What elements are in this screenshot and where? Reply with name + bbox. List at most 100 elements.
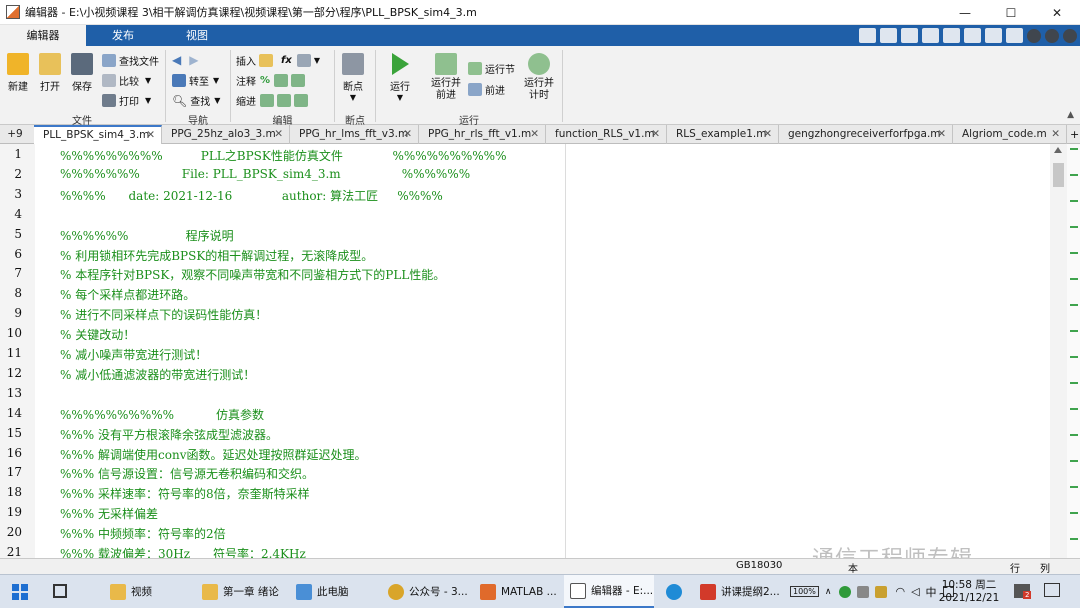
find-button[interactable]: 🔍︎ 查找 ▼ [172, 93, 220, 109]
minimize-button[interactable]: — [942, 0, 988, 25]
taskbar-item-chapter[interactable]: 第一章 绪论 [196, 575, 288, 608]
goto-button[interactable]: 转至 ▼ [172, 73, 219, 88]
taskbar-item-videos[interactable]: 视频 [104, 575, 194, 608]
close-tab-icon[interactable]: ✕ [146, 127, 155, 143]
close-tab-icon[interactable]: ✕ [530, 125, 539, 144]
code-line[interactable]: %%%% date: 2021-12-16 author: 算法工匠 %%%% [60, 187, 443, 204]
analyzer-mark[interactable] [1070, 512, 1078, 514]
back-arrow-icon[interactable]: ◀ [172, 53, 181, 67]
code-line[interactable]: %%% 中频频率：符号率的2倍 [60, 525, 226, 542]
analyzer-mark[interactable] [1070, 538, 1078, 540]
analyzer-mark[interactable] [1070, 278, 1078, 280]
redo-icon[interactable] [964, 28, 981, 43]
file-tab[interactable]: PPG_25hz_alo3_3.m ✕ [162, 125, 290, 144]
analyzer-mark[interactable] [1070, 356, 1078, 358]
uncomment-icon[interactable] [291, 74, 306, 87]
analyzer-mark[interactable] [1070, 408, 1078, 410]
code-line[interactable]: %%%%%%% File: PLL_BPSK_sim4_3.m %%%%%% [60, 167, 470, 181]
run-button[interactable]: 运行 ▼ [390, 53, 410, 102]
undo-icon[interactable] [943, 28, 960, 43]
analyzer-mark[interactable] [1070, 434, 1078, 436]
paste-icon[interactable] [922, 28, 939, 43]
collapse-ribbon-icon[interactable]: ▲ [1067, 110, 1074, 120]
file-tab[interactable]: PPG_hr_lms_fft_v3.m ✕ [290, 125, 419, 144]
code-line[interactable]: % 减小低通滤波器的带宽进行测试！ [60, 366, 255, 383]
scroll-thumb[interactable] [1053, 163, 1064, 187]
close-tab-icon[interactable]: ✕ [403, 125, 412, 144]
analyzer-mark[interactable] [1070, 330, 1078, 332]
code-line[interactable]: % 每个采样点都进环路。 [60, 286, 195, 303]
analyzer-mark[interactable] [1070, 174, 1078, 176]
file-tab[interactable]: gengzhongreceiverforfpga.m ✕ [779, 125, 953, 144]
code-line[interactable]: %%% 采样速率：符号率的8倍，奈奎斯特采样 [60, 485, 310, 502]
file-tab[interactable]: RLS_example1.m ✕ [667, 125, 779, 144]
increase-indent-icon[interactable] [277, 94, 291, 107]
analyzer-mark[interactable] [1070, 226, 1078, 228]
fx-icon[interactable]: fx [281, 55, 292, 66]
close-tab-icon[interactable]: ✕ [763, 125, 772, 144]
analyzer-mark[interactable] [1070, 460, 1078, 462]
code-line[interactable]: % 减小噪声带宽进行测试！ [60, 346, 207, 363]
analyzer-mark[interactable] [1070, 148, 1078, 150]
file-tab[interactable]: function_RLS_v1.m ✕ [546, 125, 667, 144]
code-line[interactable]: %%% 没有平方根滚降余弦成型滤波器。 [60, 426, 278, 443]
analyzer-mark[interactable] [1070, 200, 1078, 202]
save-quick-icon[interactable] [859, 28, 876, 43]
comment-button[interactable]: 注释 % [236, 73, 308, 88]
action-center-icon[interactable] [1044, 583, 1060, 597]
app-tray-icon-2[interactable] [857, 585, 870, 598]
taskbar-item-edge[interactable] [656, 575, 692, 608]
open-button[interactable]: 打开 [39, 53, 61, 93]
app-tray-icon-3[interactable] [875, 585, 888, 598]
switch-windows-icon[interactable] [985, 28, 1002, 43]
advance-button[interactable]: 前进 [468, 82, 505, 97]
analyzer-mark[interactable] [1070, 304, 1078, 306]
percent-icon[interactable]: % [260, 75, 270, 86]
run-section-button[interactable]: 运行节 [468, 61, 515, 76]
close-tab-icon[interactable]: ✕ [1051, 125, 1060, 144]
system-clock[interactable]: 10:58 周二 2021/12/21 [936, 579, 1002, 605]
code-line[interactable]: %%% 载波偏差：30Hz 符号率：2.4KHz [60, 545, 306, 558]
taskbar-item-chrome[interactable]: 公众号 - 3... [382, 575, 472, 608]
new-button[interactable]: 新建 [7, 53, 29, 93]
close-tab-icon[interactable]: ✕ [274, 125, 283, 144]
print-button[interactable]: 打印 ▼ [102, 93, 151, 108]
taskbar-item-this-pc[interactable]: 此电脑 [290, 575, 380, 608]
search-docs-icon[interactable] [1045, 28, 1059, 43]
code-line[interactable]: % 利用锁相环先完成BPSK的相干解调过程，无滚降成型。 [60, 247, 373, 264]
scroll-up-icon[interactable] [1054, 147, 1062, 153]
cut-icon[interactable] [880, 28, 897, 43]
code-line[interactable]: %%% 解调端使用conv函数。延迟处理按照群延迟处理。 [60, 446, 366, 463]
indent-button[interactable]: 缩进 [236, 93, 311, 108]
task-view-icon[interactable] [53, 584, 67, 598]
hidden-tabs-count[interactable]: +9 [0, 125, 30, 144]
taskbar-item-lecture[interactable]: 讲课提纲2... [694, 575, 784, 608]
close-tab-icon[interactable]: ✕ [651, 125, 660, 144]
code-line[interactable]: % 本程序针对BPSK，观察不同噪声带宽和不同鉴相方式下的PLL性能。 [60, 266, 445, 283]
code-line[interactable]: %%% 信号源设置：信号源无卷积编码和交织。 [60, 465, 314, 482]
volume-icon[interactable]: ◁ [911, 585, 919, 598]
options-icon[interactable] [1063, 28, 1077, 43]
insert-function-icon[interactable] [296, 54, 311, 67]
windows-start-icon[interactable] [12, 584, 28, 600]
help-icon[interactable] [1027, 28, 1041, 43]
breakpoints-button[interactable]: 断点 ▼ [342, 53, 364, 102]
code-line[interactable]: %%%%%%%%% PLL之BPSK性能仿真文件 %%%%%%%%%% [60, 147, 506, 164]
layout-icon[interactable] [1006, 28, 1023, 43]
code-editor[interactable]: 1 2 3 4 5 6 7 8 9 10 11 12 13 14 15 16 17 18 19 20 21 %%%%%%… [0, 144, 1080, 558]
show-hidden-icons-icon[interactable]: ∧ [825, 587, 832, 597]
battery-icon[interactable]: 100% [790, 586, 819, 597]
compare-button[interactable]: 比较 ▼ [102, 73, 151, 88]
close-button[interactable]: ✕ [1034, 0, 1080, 25]
input-language-indicator[interactable]: 中 [926, 584, 937, 600]
taskbar-item-matlab[interactable]: MATLAB ... [474, 575, 562, 608]
smart-indent-icon[interactable] [260, 94, 274, 107]
run-and-time-button[interactable]: 运行并 计时 [522, 53, 556, 102]
analyzer-mark[interactable] [1070, 252, 1078, 254]
taskbar-item-editor[interactable]: 编辑器 - E:... [564, 575, 654, 608]
maximize-button[interactable]: ☐ [988, 0, 1034, 25]
find-files-button[interactable]: 查找文件 [102, 53, 159, 68]
close-tab-icon[interactable]: ✕ [937, 125, 946, 144]
analyzer-mark[interactable] [1070, 486, 1078, 488]
code-line[interactable]: %%% 无采样偏差 [60, 505, 158, 522]
